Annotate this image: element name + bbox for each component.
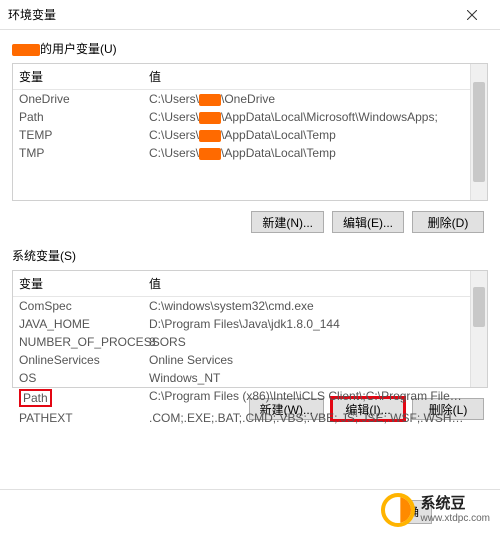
cell-name: OneDrive bbox=[19, 92, 149, 106]
scroll-thumb[interactable] bbox=[473, 82, 485, 182]
cell-name: ComSpec bbox=[19, 299, 149, 313]
redacted-span bbox=[199, 94, 221, 106]
cell-value: C:\Program Files (x86)\Intel\iCLS Client… bbox=[149, 389, 464, 407]
cell-value: Online Services bbox=[149, 353, 464, 367]
cell-value: .COM;.EXE;.BAT;.CMD;.VBS;.VBE;.JS;.JSE;.… bbox=[149, 411, 464, 425]
window-title: 环境变量 bbox=[8, 6, 452, 23]
user-buttons: 新建(N)... 编辑(E)... 删除(D) bbox=[12, 201, 488, 243]
table-row[interactable]: PathC:\Program Files (x86)\Intel\iCLS Cl… bbox=[13, 387, 470, 409]
cell-name: Path bbox=[19, 389, 149, 407]
cell-value: C:\Users\\AppData\Local\Temp bbox=[149, 146, 464, 160]
sys-vars-label: 系统变量(S) bbox=[12, 247, 488, 264]
cell-name: OS bbox=[19, 371, 149, 385]
close-icon bbox=[467, 10, 477, 20]
cell-name: NUMBER_OF_PROCESSORS bbox=[19, 335, 149, 349]
cell-value: C:\Users\\OneDrive bbox=[149, 92, 464, 106]
watermark-logo-icon bbox=[381, 493, 415, 527]
sys-vars-list[interactable]: 变量 值 ComSpecC:\windows\system32\cmd.exeJ… bbox=[12, 270, 488, 388]
table-row[interactable]: PATHEXT.COM;.EXE;.BAT;.CMD;.VBS;.VBE;.JS… bbox=[13, 409, 470, 427]
user-list-header: 变量 值 bbox=[13, 64, 470, 90]
watermark: 系统豆 www.xtdpc.com bbox=[381, 493, 490, 527]
table-row[interactable]: TEMPC:\Users\\AppData\Local\Temp bbox=[13, 126, 470, 144]
cell-value: 8 bbox=[149, 335, 464, 349]
cell-name: PATHEXT bbox=[19, 411, 149, 425]
cell-value: Windows_NT bbox=[149, 371, 464, 385]
user-delete-button[interactable]: 删除(D) bbox=[412, 211, 484, 233]
cell-name: JAVA_HOME bbox=[19, 317, 149, 331]
table-row[interactable]: NUMBER_OF_PROCESSORS8 bbox=[13, 333, 470, 351]
scroll-thumb[interactable] bbox=[473, 287, 485, 327]
table-row[interactable]: JAVA_HOMED:\Program Files\Java\jdk1.8.0_… bbox=[13, 315, 470, 333]
cell-name: TEMP bbox=[19, 128, 149, 142]
cell-value: C:\windows\system32\cmd.exe bbox=[149, 299, 464, 313]
cell-name: OnlineServices bbox=[19, 353, 149, 367]
table-row[interactable]: TMPC:\Users\\AppData\Local\Temp bbox=[13, 144, 470, 162]
sys-list-header: 变量 值 bbox=[13, 271, 470, 297]
sys-scrollbar[interactable] bbox=[470, 271, 487, 387]
table-row[interactable]: OSWindows_NT bbox=[13, 369, 470, 387]
col-header-name: 变量 bbox=[19, 68, 149, 85]
cell-name: TMP bbox=[19, 146, 149, 160]
cell-name: Path bbox=[19, 110, 149, 124]
table-row[interactable]: ComSpecC:\windows\system32\cmd.exe bbox=[13, 297, 470, 315]
user-vars-list[interactable]: 变量 值 OneDriveC:\Users\\OneDrivePathC:\Us… bbox=[12, 63, 488, 201]
watermark-name: 系统豆 bbox=[421, 496, 490, 513]
table-row[interactable]: OneDriveC:\Users\\OneDrive bbox=[13, 90, 470, 108]
dialog-body: 的用户变量(U) 变量 值 OneDriveC:\Users\\OneDrive… bbox=[0, 30, 500, 430]
cell-value: C:\Users\\AppData\Local\Temp bbox=[149, 128, 464, 142]
redacted-span bbox=[199, 112, 221, 124]
user-vars-label: 的用户变量(U) bbox=[12, 40, 488, 57]
close-button[interactable] bbox=[452, 1, 492, 29]
watermark-url: www.xtdpc.com bbox=[421, 513, 490, 524]
col-header-value: 值 bbox=[149, 68, 464, 85]
user-scrollbar[interactable] bbox=[470, 64, 487, 200]
table-row[interactable]: OnlineServicesOnline Services bbox=[13, 351, 470, 369]
col-header-name: 变量 bbox=[19, 275, 149, 292]
titlebar: 环境变量 bbox=[0, 0, 500, 30]
cell-value: C:\Users\\AppData\Local\Microsoft\Window… bbox=[149, 110, 464, 124]
user-edit-button[interactable]: 编辑(E)... bbox=[332, 211, 404, 233]
user-new-button[interactable]: 新建(N)... bbox=[251, 211, 324, 233]
redacted-span bbox=[199, 148, 221, 160]
redacted-username bbox=[12, 44, 40, 56]
redacted-span bbox=[199, 130, 221, 142]
table-row[interactable]: PathC:\Users\\AppData\Local\Microsoft\Wi… bbox=[13, 108, 470, 126]
cell-value: D:\Program Files\Java\jdk1.8.0_144 bbox=[149, 317, 464, 331]
col-header-value: 值 bbox=[149, 275, 464, 292]
